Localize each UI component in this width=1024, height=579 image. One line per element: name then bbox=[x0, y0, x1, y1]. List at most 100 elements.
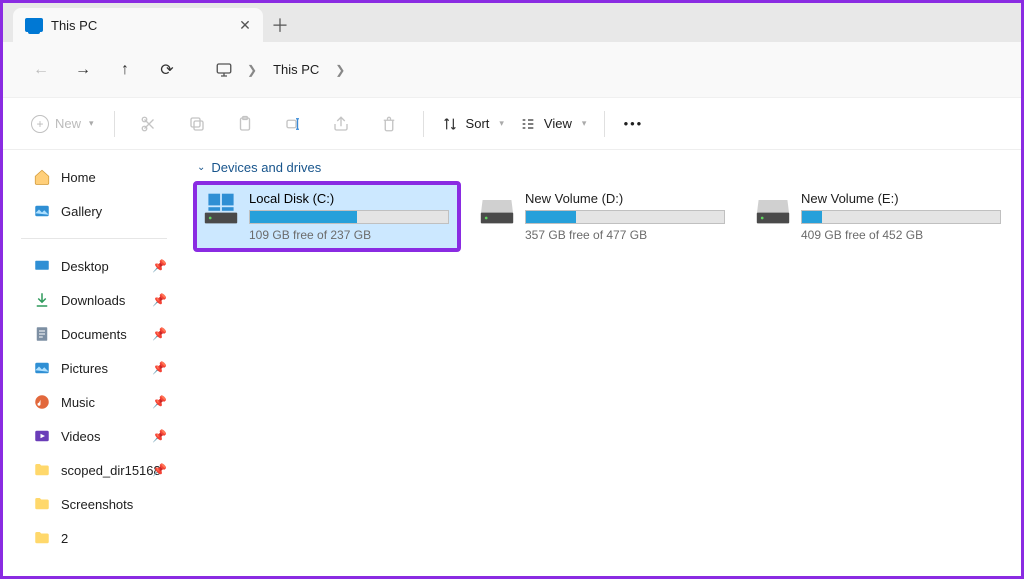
tab-strip: This PC ✕ ＋ bbox=[3, 3, 1021, 42]
sidebar-item-home[interactable]: Home bbox=[3, 160, 185, 194]
sort-button[interactable]: Sort ▾ bbox=[434, 116, 512, 132]
sidebar-item-screenshots[interactable]: Screenshots bbox=[3, 487, 185, 521]
sidebar-item-label: Desktop bbox=[61, 259, 109, 274]
chevron-down-icon: ▾ bbox=[89, 118, 94, 129]
gallery-icon bbox=[33, 202, 51, 220]
up-button[interactable]: ↑ bbox=[107, 54, 143, 86]
view-button[interactable]: View ▾ bbox=[512, 116, 594, 132]
sidebar-item-label: Documents bbox=[61, 327, 127, 342]
sidebar-item-gallery[interactable]: Gallery bbox=[3, 194, 185, 228]
drive-icon bbox=[479, 191, 515, 227]
sidebar-item-downloads[interactable]: Downloads 📌 bbox=[3, 283, 185, 317]
new-label: New bbox=[55, 116, 81, 131]
separator bbox=[21, 238, 167, 239]
arrow-left-icon: ← bbox=[33, 61, 49, 79]
pin-icon: 📌 bbox=[152, 395, 167, 409]
close-icon[interactable]: ✕ bbox=[239, 19, 251, 31]
sidebar-item-label: Videos bbox=[61, 429, 101, 444]
delete-button[interactable] bbox=[371, 106, 407, 142]
address-bar[interactable]: ❯ This PC ❯ bbox=[205, 52, 1011, 88]
drive-item[interactable]: Local Disk (C:) 109 GB free of 237 GB bbox=[195, 183, 459, 250]
content-pane: ⌄ Devices and drives Local Disk (C:) 109 … bbox=[185, 150, 1021, 576]
drive-name: New Volume (D:) bbox=[525, 191, 725, 206]
tab-title: This PC bbox=[51, 18, 231, 33]
group-label: Devices and drives bbox=[211, 160, 321, 175]
chevron-right-icon[interactable]: ❯ bbox=[239, 63, 265, 77]
tab-this-pc[interactable]: This PC ✕ bbox=[13, 8, 263, 42]
sidebar-item-desktop[interactable]: Desktop 📌 bbox=[3, 249, 185, 283]
navigation-pane: Home Gallery Desktop📌Downloads📌Documents… bbox=[3, 150, 185, 576]
pin-icon: 📌 bbox=[152, 327, 167, 341]
sidebar-item-videos[interactable]: Videos 📌 bbox=[3, 419, 185, 453]
drive-usage-bar bbox=[801, 210, 1001, 224]
monitor-icon bbox=[215, 61, 233, 79]
folder-icon bbox=[33, 393, 51, 411]
sidebar-item-music[interactable]: Music 📌 bbox=[3, 385, 185, 419]
forward-button[interactable]: → bbox=[65, 54, 101, 86]
drive-icon bbox=[203, 191, 239, 227]
folder-icon bbox=[33, 359, 51, 377]
breadcrumb-segment[interactable]: This PC bbox=[267, 58, 325, 81]
sidebar-item-label: scoped_dir15168 bbox=[61, 463, 161, 478]
chevron-right-icon[interactable]: ❯ bbox=[327, 63, 353, 77]
folder-icon bbox=[33, 291, 51, 309]
separator bbox=[604, 111, 605, 137]
chevron-down-icon: ▾ bbox=[582, 118, 587, 129]
share-button[interactable] bbox=[323, 106, 359, 142]
navigation-bar: ← → ↑ ⟳ ❯ This PC ❯ bbox=[3, 42, 1021, 98]
sidebar-item-documents[interactable]: Documents 📌 bbox=[3, 317, 185, 351]
separator bbox=[423, 111, 424, 137]
drive-usage-bar bbox=[249, 210, 449, 224]
folder-icon bbox=[33, 495, 51, 513]
pin-icon: 📌 bbox=[152, 361, 167, 375]
drive-name: New Volume (E:) bbox=[801, 191, 1001, 206]
drive-item[interactable]: New Volume (E:) 409 GB free of 452 GB bbox=[747, 183, 1011, 250]
sidebar-item-label: Downloads bbox=[61, 293, 125, 308]
pin-icon: 📌 bbox=[152, 293, 167, 307]
drive-name: Local Disk (C:) bbox=[249, 191, 449, 206]
sidebar-item-scoped-dir15168[interactable]: scoped_dir15168📌 bbox=[3, 453, 185, 487]
monitor-icon bbox=[25, 18, 43, 32]
folder-icon bbox=[33, 427, 51, 445]
rename-button[interactable] bbox=[275, 106, 311, 142]
command-bar: + New ▾ Sort ▾ View ▾ ••• bbox=[3, 98, 1021, 150]
chevron-down-icon: ⌄ bbox=[197, 162, 205, 173]
pin-icon: 📌 bbox=[152, 259, 167, 273]
more-button[interactable]: ••• bbox=[615, 116, 651, 131]
folder-icon bbox=[33, 257, 51, 275]
drive-icon bbox=[755, 191, 791, 227]
folder-icon bbox=[33, 325, 51, 343]
pin-icon: 📌 bbox=[152, 463, 167, 477]
new-tab-button[interactable]: ＋ bbox=[263, 8, 297, 42]
arrow-up-icon: ↑ bbox=[121, 61, 129, 79]
drive-free-text: 409 GB free of 452 GB bbox=[801, 228, 1001, 242]
sidebar-item-label: Gallery bbox=[61, 204, 102, 219]
drive-usage-bar bbox=[525, 210, 725, 224]
cut-button[interactable] bbox=[131, 106, 167, 142]
sidebar-item-label: 2 bbox=[61, 531, 68, 546]
refresh-button[interactable]: ⟳ bbox=[149, 54, 185, 86]
group-header-devices[interactable]: ⌄ Devices and drives bbox=[195, 156, 1011, 183]
copy-button[interactable] bbox=[179, 106, 215, 142]
sidebar-item-label: Screenshots bbox=[61, 497, 133, 512]
home-icon bbox=[33, 168, 51, 186]
view-label: View bbox=[544, 116, 572, 131]
arrow-right-icon: → bbox=[75, 61, 91, 79]
drive-free-text: 109 GB free of 237 GB bbox=[249, 228, 449, 242]
sidebar-item-label: Home bbox=[61, 170, 96, 185]
sidebar-item-2[interactable]: 2 bbox=[3, 521, 185, 555]
sidebar-item-label: Music bbox=[61, 395, 95, 410]
paste-button[interactable] bbox=[227, 106, 263, 142]
back-button[interactable]: ← bbox=[23, 54, 59, 86]
pin-icon: 📌 bbox=[152, 429, 167, 443]
drive-free-text: 357 GB free of 477 GB bbox=[525, 228, 725, 242]
chevron-down-icon: ▾ bbox=[499, 118, 504, 129]
new-button[interactable]: + New ▾ bbox=[21, 106, 104, 142]
drive-item[interactable]: New Volume (D:) 357 GB free of 477 GB bbox=[471, 183, 735, 250]
refresh-icon: ⟳ bbox=[160, 60, 173, 80]
sidebar-item-pictures[interactable]: Pictures 📌 bbox=[3, 351, 185, 385]
plus-circle-icon: + bbox=[31, 115, 49, 133]
folder-icon bbox=[33, 461, 51, 479]
separator bbox=[114, 111, 115, 137]
sidebar-item-label: Pictures bbox=[61, 361, 108, 376]
